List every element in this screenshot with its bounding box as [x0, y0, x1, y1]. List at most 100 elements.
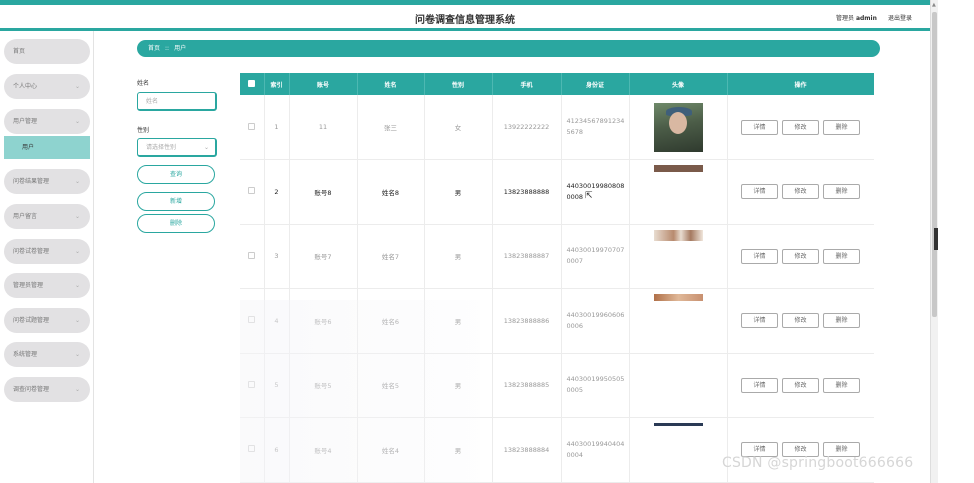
cell-index: 5: [264, 353, 290, 418]
chevron-down-icon: ⌄: [74, 248, 80, 255]
edit-button[interactable]: 修改: [782, 377, 819, 393]
row-checkbox[interactable]: [248, 251, 256, 259]
column-header[interactable]: 账号: [289, 73, 358, 95]
row-checkbox[interactable]: [248, 445, 256, 453]
cell-gender: 男: [424, 224, 493, 289]
column-header[interactable]: 索引: [264, 73, 290, 95]
user-table: 索引 账号 姓名 性别 手机 身份证 头像 操作 1 11 张三 女 13922…: [240, 73, 874, 483]
cell-avatar: [629, 159, 728, 225]
cell-index: 4: [264, 288, 290, 354]
cell-phone: 13823888888: [492, 159, 562, 225]
mouse-cursor-icon: ⇱: [585, 191, 593, 201]
chevron-down-icon: ⌄: [74, 351, 80, 358]
detail-button[interactable]: 详情: [741, 119, 778, 135]
cell-index: 3: [264, 224, 290, 289]
avatar: [653, 102, 703, 152]
scroll-up-icon[interactable]: ▲: [932, 2, 936, 8]
sidebar-item-home[interactable]: 首页: [4, 39, 90, 64]
cell-index: 6: [264, 417, 290, 483]
sidebar-item-label: 问卷试卷管理: [13, 248, 50, 255]
detail-button[interactable]: 详情: [741, 248, 778, 264]
row-delete-button[interactable]: 删除: [823, 313, 860, 329]
cell-account: 账号8: [289, 159, 358, 225]
edit-button[interactable]: 修改: [782, 184, 819, 200]
row-checkbox[interactable]: [248, 122, 256, 130]
select-all-checkbox[interactable]: [248, 79, 256, 87]
cell-gender: 男: [424, 353, 493, 418]
table-row: 5 账号5 姓名5 男 13823888885 4403001995050500…: [240, 353, 874, 418]
sidebar-item-profile[interactable]: 个人中心 ⌄: [4, 74, 90, 99]
sidebar-item-survey-questions[interactable]: 问卷试题管理 ⌄: [4, 308, 90, 333]
cell-index: 2: [264, 159, 290, 225]
sidebar-item-messages[interactable]: 用户留言 ⌄: [4, 204, 90, 229]
cell-gender: 男: [424, 288, 493, 354]
cell-gender: 男: [424, 417, 493, 483]
cell-account: 账号4: [289, 417, 358, 483]
row-delete-button[interactable]: 删除: [823, 248, 860, 264]
cell-gender: 女: [424, 95, 493, 160]
cell-account: 账号7: [289, 224, 358, 289]
sidebar-item-label: 用户管理: [13, 118, 38, 125]
edit-button[interactable]: 修改: [782, 248, 819, 264]
cell-avatar: [629, 224, 728, 289]
row-checkbox[interactable]: [248, 187, 256, 195]
row-delete-button[interactable]: 删除: [823, 377, 860, 393]
edit-button[interactable]: 修改: [782, 119, 819, 135]
query-button[interactable]: 查询: [137, 165, 215, 184]
cell-avatar: [629, 417, 728, 483]
detail-button[interactable]: 详情: [741, 184, 778, 200]
row-checkbox[interactable]: [248, 316, 256, 324]
name-input[interactable]: 姓名: [137, 92, 217, 111]
row-select-cell: [240, 288, 265, 354]
column-header[interactable]: 身份证: [561, 73, 630, 95]
breadcrumb-current: 用户: [174, 45, 187, 52]
sidebar-item-surveys[interactable]: 调查问卷管理 ⌄: [4, 377, 90, 402]
detail-button[interactable]: 详情: [741, 313, 778, 329]
logout-link[interactable]: 退出登录: [888, 13, 912, 22]
cell-actions: 详情 修改 删除: [727, 288, 874, 354]
breadcrumb: 首页:: 用户: [137, 40, 880, 57]
right-margin: [938, 0, 974, 483]
cell-idcard: 440300199606060006: [561, 288, 630, 354]
cell-phone: 13823888885: [492, 353, 562, 418]
cell-name: 姓名4: [357, 417, 425, 483]
sidebar-subitem-user[interactable]: 用户: [4, 136, 90, 159]
sidebar-item-system[interactable]: 系统管理 ⌄: [4, 342, 90, 367]
app-title: 问卷调查信息管理系统: [415, 15, 515, 26]
sidebar-item-survey-results[interactable]: 问卷结果管理 ⌄: [4, 169, 90, 194]
scrollbar-thumb[interactable]: [932, 12, 937, 317]
column-header[interactable]: 性别: [424, 73, 493, 95]
cell-name: 姓名7: [357, 224, 425, 289]
gender-label: 性别: [137, 127, 150, 134]
sidebar-item-admins[interactable]: 管理员管理 ⌄: [4, 273, 90, 298]
row-delete-button[interactable]: 删除: [823, 184, 860, 200]
sidebar-item-label: 问卷结果管理: [13, 178, 50, 185]
sidebar-item-user-mgmt[interactable]: 用户管理 ⌄: [4, 109, 90, 134]
cell-account: 11: [289, 95, 358, 160]
cell-phone: 13823888886: [492, 288, 562, 354]
chevron-down-icon: ⌄: [203, 144, 209, 151]
chevron-down-icon: ⌄: [74, 178, 80, 185]
cell-avatar: [629, 288, 728, 354]
column-header[interactable]: 手机: [492, 73, 562, 95]
cell-actions: 详情 修改 删除: [727, 353, 874, 418]
row-checkbox[interactable]: [248, 380, 256, 388]
edit-button[interactable]: 修改: [782, 313, 819, 329]
column-header[interactable]: 姓名: [357, 73, 425, 95]
delete-button[interactable]: 删除: [137, 214, 215, 233]
sidebar-item-label: 管理员管理: [13, 282, 44, 289]
cell-name: 姓名5: [357, 353, 425, 418]
breadcrumb-home[interactable]: 首页: [148, 45, 160, 52]
watermark: CSDN @springboot666666: [722, 455, 914, 471]
avatar: [653, 229, 703, 241]
row-delete-button[interactable]: 删除: [823, 119, 860, 135]
table-row: 4 账号6 姓名6 男 13823888886 4403001996060600…: [240, 288, 874, 354]
sidebar-item-survey-papers[interactable]: 问卷试卷管理 ⌄: [4, 239, 90, 264]
add-button[interactable]: 新增: [137, 192, 215, 211]
admin-prefix: 管理员: [836, 15, 855, 22]
avatar-face: [668, 111, 687, 134]
gender-select[interactable]: 请选择性别 ⌄: [137, 138, 217, 157]
detail-button[interactable]: 详情: [741, 377, 778, 393]
cell-actions: 详情 修改 删除: [727, 224, 874, 289]
sidebar-item-label: 首页: [13, 48, 26, 55]
